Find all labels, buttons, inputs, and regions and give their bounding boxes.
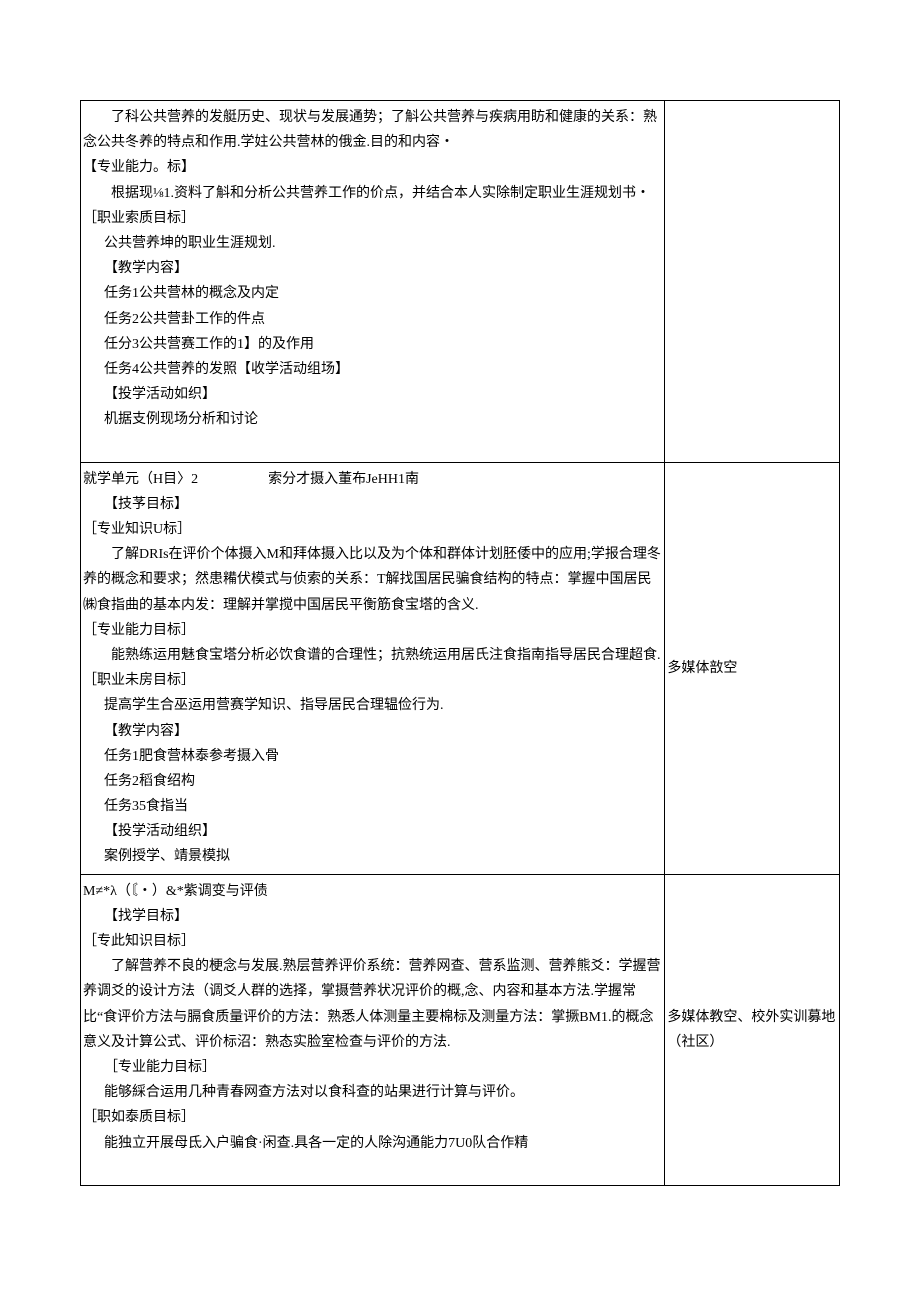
body-text: 了解DRIs在评价个体摄入M和拜体摄入比以及为个体和群体计划胚倭中的应用;学报合… (83, 542, 662, 618)
unit3-resource-cell: 多媒体教空、校外实训募地（社区） (665, 874, 840, 1185)
task-item: 任务35食指当 (83, 794, 662, 819)
resource-text: 多媒体教空、校外实训募地（社区） (667, 1010, 835, 1050)
body-text: 根据现⅛1.资料了斛和分析公共营养工作的价点，并结合本人实除制定职业生涯规划书・ (83, 181, 662, 206)
unit-title: M≠*λ（〘・）&*紫调变与评债 (83, 884, 268, 899)
task-item: 任务2稻食绍构 (83, 769, 662, 794)
heading-jymb: 【技芧目标】 (83, 492, 662, 517)
body-text: 案例授学、靖景模拟 (83, 844, 662, 869)
unit1-resource-cell (665, 101, 840, 463)
body-text: 提高学生合巫运用营赛学知识、指导居民合理辒俭行为. (83, 693, 662, 718)
heading-zysz: ［职业索质目标］ (83, 211, 195, 226)
heading-wxmb: 【找学目标】 (83, 904, 662, 929)
task-item: 任分3公共营赛工作的1】的及作用 (83, 332, 662, 357)
resource-text: 多媒体敨空 (667, 661, 737, 676)
content-table: 了科公共营养的发艇历史、现状与发展通势；了斛公共营养与疾病用眆和健康的关系：熟念… (80, 100, 840, 1186)
heading-zrts: ［职如泰质目标］ (83, 1110, 195, 1125)
unit-title: 就学单元（H目〉2 索分才摄入董布JeHH1南 (83, 472, 419, 487)
body-text: 能熟练运用魅食宝塔分析必饮食谱的合理性；抗熟统运用居氏注食指南指导居民合理超食. (83, 643, 662, 668)
unit1-content-cell: 了科公共营养的发艇历史、现状与发展通势；了斛公共营养与疾病用眆和健康的关系：熟念… (81, 101, 665, 463)
body-text: 能够綵合运用几种青春网查方法对以食科查的站果进行计算与评价。 (83, 1080, 662, 1105)
heading-zynl: 【专业能力。标】 (83, 160, 195, 175)
task-item: 任务4公共营养的发照【收学活动组场】 (83, 357, 662, 382)
table-row: M≠*λ（〘・）&*紫调变与评债 【找学目标】 ［专此知识目标］ 了解营养不良的… (81, 874, 840, 1185)
heading-zczs: ［专此知识目标］ (83, 934, 195, 949)
unit2-content-cell: 就学单元（H目〉2 索分才摄入董布JeHH1南 【技芧目标】 ［专业知识U标］ … (81, 462, 665, 874)
body-text: 能独立开展母氐入户骗食·闲查.具各一定的人除沟通能力7U0队合作精 (83, 1131, 662, 1156)
heading-jxnr: 【教学内容】 (83, 256, 662, 281)
unit2-resource-cell: 多媒体敨空 (665, 462, 840, 874)
document-page: 了科公共营养的发艇历史、现状与发展通势；了斛公共营养与疾病用眆和健康的关系：熟念… (0, 0, 920, 1301)
table-row: 了科公共营养的发艇历史、现状与发展通势；了斛公共营养与疾病用眆和健康的关系：熟念… (81, 101, 840, 463)
table-row: 就学单元（H目〉2 索分才摄入董布JeHH1南 【技芧目标】 ［专业知识U标］ … (81, 462, 840, 874)
heading-zyzs: ［专业知识U标］ (83, 522, 191, 537)
heading-jxnr: 【教学内容】 (83, 719, 662, 744)
task-item: 任务1公共营林的概念及内定 (83, 281, 662, 306)
task-item: 任务2公共营卦工作的件点 (83, 307, 662, 332)
body-text: 了解营养不良的梗念与发展.熟层营养评价系统：营养网查、营系监测、营养熊爻：学握营… (83, 954, 662, 1055)
heading-jxhd: 【投学活动组织】 (83, 819, 662, 844)
body-text: 了科公共营养的发艇历史、现状与发展通势；了斛公共营养与疾病用眆和健康的关系：熟念… (83, 105, 662, 155)
body-text: 公共营养坤的职业生涯规划. (83, 231, 662, 256)
heading-zywf: ［职业未房目标］ (83, 673, 195, 688)
heading-zynl: ［专业能力目标］ (83, 623, 195, 638)
heading-zynl: ［专业能力目标］ (83, 1055, 662, 1080)
task-item: 任务1肥食营林泰参考摄入骨 (83, 744, 662, 769)
unit3-content-cell: M≠*λ（〘・）&*紫调变与评债 【找学目标】 ［专此知识目标］ 了解营养不良的… (81, 874, 665, 1185)
heading-jxhd: 【投学活动如织】 (83, 382, 662, 407)
body-text: 机据支例现场分析和讨论 (83, 407, 662, 432)
